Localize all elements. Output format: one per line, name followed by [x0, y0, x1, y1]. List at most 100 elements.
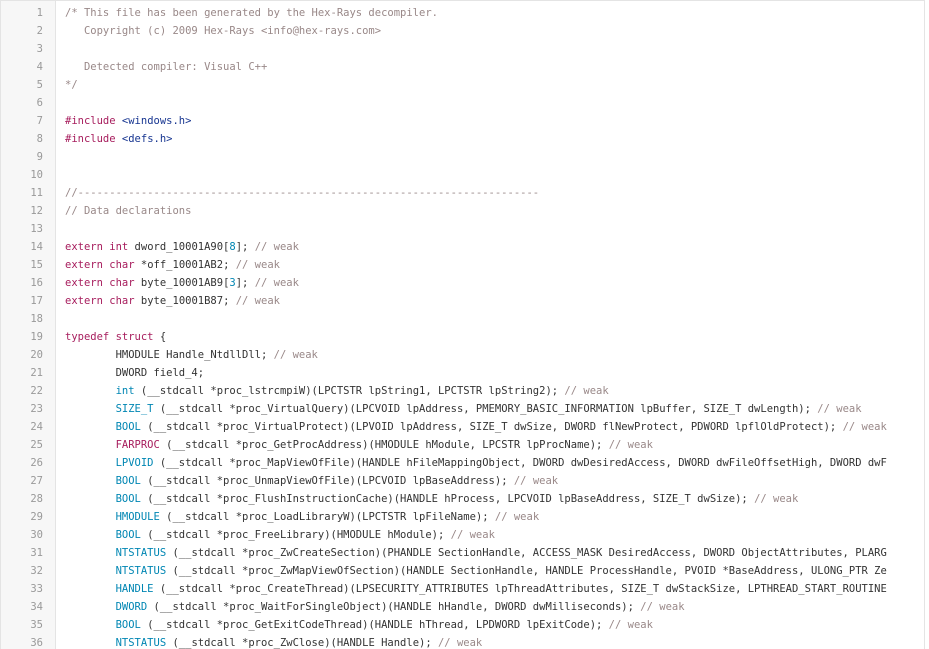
code-token-kw: char — [109, 259, 135, 271]
code-body[interactable]: 1 /* This file has been generated by the … — [1, 4, 924, 649]
line-text: Detected compiler: Visual C++ — [65, 61, 267, 73]
line-text: DWORD field_4; — [65, 367, 205, 379]
code-line[interactable]: 22 int (__stdcall *proc_lstrcmpiW)(LPCTS… — [1, 382, 924, 400]
code-token-comment: // weak — [437, 637, 483, 649]
code-line[interactable]: 25 FARPROC (__stdcall *proc_GetProcAddre… — [1, 436, 924, 454]
code-line[interactable]: 33 HANDLE (__stdcall *proc_CreateThread)… — [1, 580, 924, 598]
code-token-str: <defs.h> — [121, 133, 173, 145]
code-token-comment: // weak — [564, 385, 609, 397]
code-line[interactable]: 3 — [1, 40, 924, 58]
code-line[interactable]: 11 //------------------------------------… — [1, 184, 924, 202]
code-line[interactable]: 35 BOOL (__stdcall *proc_GetExitCodeThre… — [1, 616, 924, 634]
code-line[interactable]: 26 LPVOID (__stdcall *proc_MapViewOfFile… — [1, 454, 924, 472]
code-line[interactable]: 8 #include <defs.h> — [1, 130, 924, 148]
line-text: */ — [65, 79, 78, 91]
line-text: extern char byte_10001AB9[3]; // weak — [65, 277, 299, 289]
code-line[interactable]: 36 NTSTATUS (__stdcall *proc_ZwClose)(HA… — [1, 634, 924, 649]
code-token-comment: // weak — [608, 619, 653, 631]
line-text: NTSTATUS (__stdcall *proc_ZwClose)(HANDL… — [65, 637, 483, 649]
code-token-plain: (__stdcall *proc_LoadLibraryW)(LPCTSTR l… — [159, 511, 495, 523]
code-token-plain: dword_10001A90[ — [128, 241, 230, 253]
line-number: 15 — [30, 259, 43, 271]
code-token-plain: (__stdcall *proc_WaitForSingleObject)(HA… — [147, 601, 641, 613]
code-line[interactable]: 10 — [1, 166, 924, 184]
line-number: 16 — [30, 277, 43, 289]
code-line[interactable]: 21 DWORD field_4; — [1, 364, 924, 382]
line-text: BOOL (__stdcall *proc_FlushInstructionCa… — [65, 493, 799, 505]
code-line[interactable]: 31 NTSTATUS (__stdcall *proc_ZwCreateSec… — [1, 544, 924, 562]
code-line[interactable]: 6 — [1, 94, 924, 112]
code-token-comment: // weak — [640, 601, 685, 613]
code-viewer[interactable]: 1 /* This file has been generated by the … — [0, 0, 925, 649]
line-text: BOOL (__stdcall *proc_VirtualProtect)(LP… — [65, 421, 887, 433]
line-text: SIZE_T (__stdcall *proc_VirtualQuery)(LP… — [65, 403, 862, 415]
code-line[interactable]: 29 HMODULE (__stdcall *proc_LoadLibraryW… — [1, 508, 924, 526]
line-number: 4 — [36, 61, 43, 73]
code-token-plain: (__stdcall *proc_CreateThread)(LPSECURIT… — [153, 583, 887, 595]
code-token-kw: char — [109, 277, 135, 289]
code-token-type: LPVOID — [115, 457, 154, 469]
code-token-comment: // weak — [450, 529, 495, 541]
code-token-type: DWORD — [115, 601, 148, 613]
code-line[interactable]: 1 /* This file has been generated by the … — [1, 4, 924, 22]
code-line[interactable]: 16 extern char byte_10001AB9[3]; // weak — [1, 274, 924, 292]
line-number: 17 — [30, 295, 43, 307]
line-number: 36 — [30, 637, 43, 649]
code-token-type: BOOL — [115, 475, 141, 487]
code-line[interactable]: 2 Copyright (c) 2009 Hex-Rays <info@hex-… — [1, 22, 924, 40]
line-number: 5 — [36, 79, 43, 91]
code-line[interactable]: 34 DWORD (__stdcall *proc_WaitForSingleO… — [1, 598, 924, 616]
line-number: 31 — [30, 547, 43, 559]
line-number: 32 — [30, 565, 43, 577]
code-line[interactable]: 27 BOOL (__stdcall *proc_UnmapViewOfFile… — [1, 472, 924, 490]
code-token-plain: DWORD field_4; — [65, 367, 205, 379]
code-line[interactable]: 9 — [1, 148, 924, 166]
code-line[interactable]: 20 HMODULE Handle_NtdllDll; // weak — [1, 346, 924, 364]
line-text: // Data declarations — [65, 205, 191, 217]
code-token-kw: struct — [115, 331, 154, 343]
code-token-comment: // weak — [494, 511, 540, 523]
code-line[interactable]: 5 */ — [1, 76, 924, 94]
code-line[interactable]: 12 // Data declarations — [1, 202, 924, 220]
code-line[interactable]: 23 SIZE_T (__stdcall *proc_VirtualQuery)… — [1, 400, 924, 418]
code-token-plain: (__stdcall *proc_VirtualQuery)(LPCVOID l… — [153, 403, 818, 415]
code-token-kw: extern — [65, 259, 110, 271]
code-line[interactable]: 19 typedef struct { — [1, 328, 924, 346]
code-line[interactable]: 4 Detected compiler: Visual C++ — [1, 58, 924, 76]
code-token-plain: (__stdcall *proc_MapViewOfFile)(HANDLE h… — [153, 457, 887, 469]
code-line[interactable]: 15 extern char *off_10001AB2; // weak — [1, 256, 924, 274]
code-token-type: NTSTATUS — [115, 547, 167, 559]
code-token-plain: (__stdcall *proc_FlushInstructionCache)(… — [140, 493, 755, 505]
line-text: /* This file has been generated by the H… — [65, 7, 438, 19]
code-token-plain: (__stdcall *proc_ZwMapViewOfSection)(HAN… — [166, 565, 887, 577]
code-token-str: <windows.h> — [121, 115, 192, 127]
code-token-kw: extern — [65, 277, 110, 289]
code-token-kw: char — [109, 295, 135, 307]
code-line[interactable]: 13 — [1, 220, 924, 238]
code-line[interactable]: 7 #include <windows.h> — [1, 112, 924, 130]
code-line[interactable]: 14 extern int dword_10001A90[8]; // weak — [1, 238, 924, 256]
code-line[interactable]: 32 NTSTATUS (__stdcall *proc_ZwMapViewOf… — [1, 562, 924, 580]
code-token-kw: int — [109, 241, 129, 253]
code-token-comment: // weak — [513, 475, 559, 487]
line-number: 14 — [30, 241, 43, 253]
line-text: HMODULE (__stdcall *proc_LoadLibraryW)(L… — [65, 511, 540, 523]
code-token-comment: // weak — [608, 439, 653, 451]
line-text: int (__stdcall *proc_lstrcmpiW)(LPCTSTR … — [65, 385, 609, 397]
code-token-pp: #include — [65, 133, 122, 145]
code-line[interactable]: 17 extern char byte_10001B87; // weak — [1, 292, 924, 310]
code-line[interactable]: 28 BOOL (__stdcall *proc_FlushInstructio… — [1, 490, 924, 508]
line-text: #include <defs.h> — [65, 133, 172, 145]
code-token-comment: */ — [65, 79, 78, 91]
code-line[interactable]: 24 BOOL (__stdcall *proc_VirtualProtect)… — [1, 418, 924, 436]
code-token-comment: // weak — [235, 259, 280, 271]
code-line[interactable]: 30 BOOL (__stdcall *proc_FreeLibrary)(HM… — [1, 526, 924, 544]
code-line[interactable]: 18 — [1, 310, 924, 328]
line-text: BOOL (__stdcall *proc_FreeLibrary)(HMODU… — [65, 529, 495, 541]
